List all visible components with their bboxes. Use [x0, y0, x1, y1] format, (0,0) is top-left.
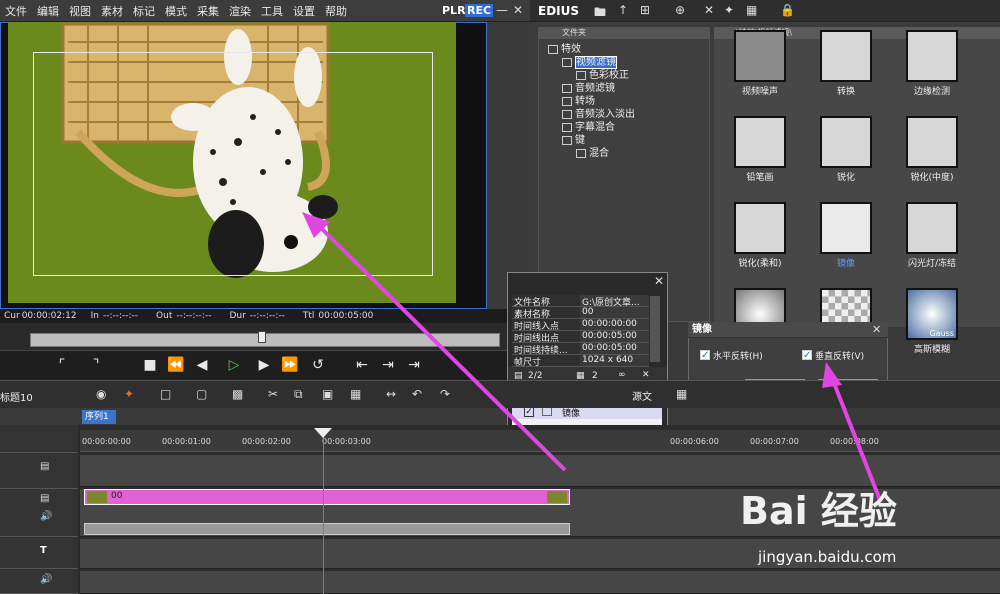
- watermark-logo: Bai 经验: [740, 489, 897, 533]
- edius-window: 文件 编辑 视图 素材 标记 模式 采集 渲染 工具 设置 帮助 PLR REC…: [0, 0, 1000, 594]
- watermark-url: jingyan.baidu.com: [758, 548, 897, 566]
